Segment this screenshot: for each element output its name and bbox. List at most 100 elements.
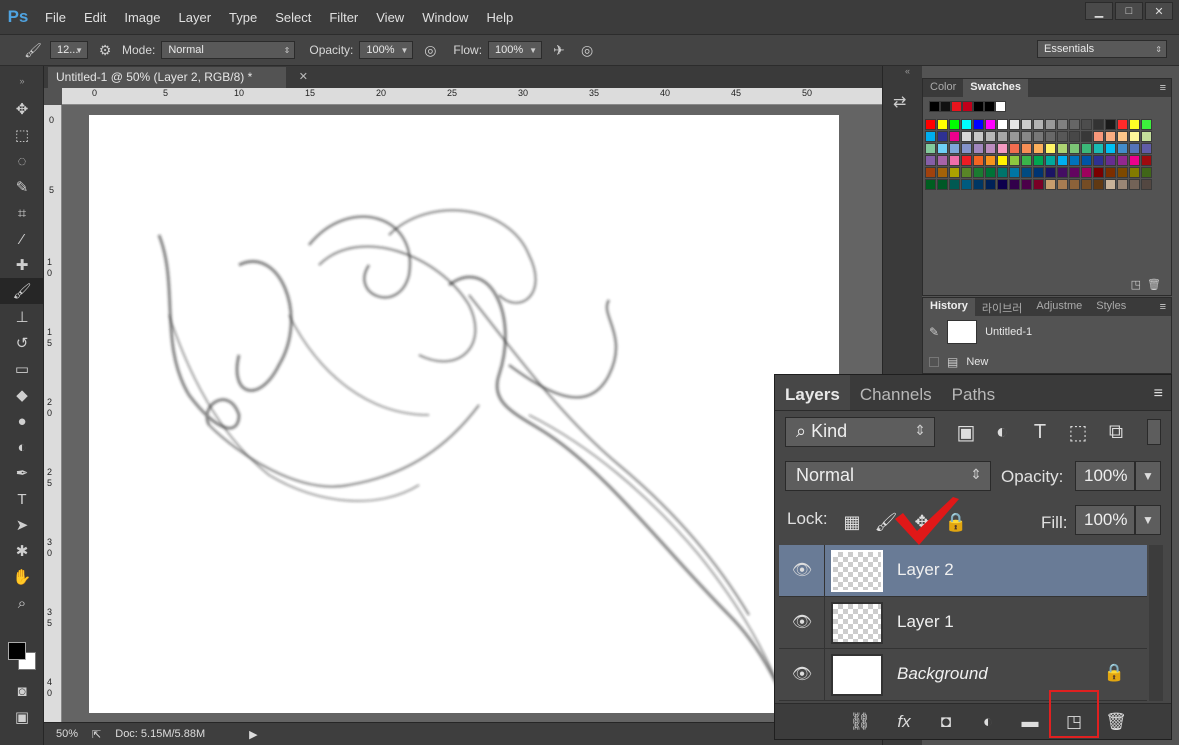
swatch[interactable] xyxy=(985,167,996,178)
tab-adjustments[interactable]: Adjustme xyxy=(1029,298,1089,316)
lasso-tool-icon[interactable]: ◌ xyxy=(0,148,44,174)
swatch[interactable] xyxy=(1141,131,1152,142)
menu-layer[interactable]: Layer xyxy=(170,10,221,25)
tab-history[interactable]: History xyxy=(923,298,975,316)
export-icon[interactable]: ⇱ xyxy=(92,728,101,741)
path-selection-tool-icon[interactable]: ➤ xyxy=(0,512,44,538)
healing-brush-tool-icon[interactable]: ✚ xyxy=(0,252,44,278)
swatch[interactable] xyxy=(949,119,960,130)
swatch[interactable] xyxy=(1093,131,1104,142)
eye-icon[interactable]: 👁 xyxy=(789,663,815,685)
mode-select[interactable]: Normal ⇕ xyxy=(161,41,296,59)
filter-smart-object-icon[interactable]: ⧉ xyxy=(1103,419,1129,445)
airbrush-icon[interactable]: ✈ xyxy=(548,39,570,61)
swatch[interactable] xyxy=(985,143,996,154)
menu-help[interactable]: Help xyxy=(477,10,522,25)
swatch[interactable] xyxy=(1117,131,1128,142)
panel-menu-icon[interactable]: ≡ xyxy=(1160,301,1166,313)
collapse-dock-icon[interactable]: « xyxy=(905,66,910,76)
swatch[interactable] xyxy=(925,179,936,190)
swatch[interactable] xyxy=(1057,155,1068,166)
swatch[interactable] xyxy=(1129,155,1140,166)
brush-tool-icon[interactable]: 🖌 xyxy=(0,278,44,304)
swatch[interactable] xyxy=(1009,119,1020,130)
history-brush-source-icon[interactable]: ✎ xyxy=(929,325,939,339)
tab-swatches[interactable]: Swatches xyxy=(963,79,1029,97)
swatch[interactable] xyxy=(961,119,972,130)
brush-panel-toggle-icon[interactable]: ⚙ xyxy=(94,39,116,61)
zoom-tool-icon[interactable]: ⌕ xyxy=(0,590,44,616)
swatch[interactable] xyxy=(1069,131,1080,142)
panel-menu-icon[interactable]: ≡ xyxy=(1160,82,1166,94)
swatch[interactable] xyxy=(961,179,972,190)
swatch[interactable] xyxy=(1009,155,1020,166)
swatch[interactable] xyxy=(1081,131,1092,142)
swatch[interactable] xyxy=(1021,155,1032,166)
new-swatch-icon[interactable]: ◳ xyxy=(1131,278,1141,291)
blend-mode-select[interactable]: Normal ⇕ xyxy=(785,461,991,491)
swatch[interactable] xyxy=(1045,155,1056,166)
filter-type-icon[interactable]: T xyxy=(1027,419,1053,445)
filter-toggle[interactable] xyxy=(1147,419,1161,445)
layer-row[interactable]: 👁 Layer 2 xyxy=(779,545,1147,597)
swatch[interactable] xyxy=(937,131,948,142)
swatch[interactable] xyxy=(929,101,940,112)
tab-libraries[interactable]: 라이브러 xyxy=(975,298,1029,316)
lock-transparency-icon[interactable]: ▦ xyxy=(839,509,865,535)
swatch[interactable] xyxy=(1141,119,1152,130)
swatch[interactable] xyxy=(1117,167,1128,178)
collapse-tools-icon[interactable]: » xyxy=(0,66,44,96)
foreground-color-swatch[interactable] xyxy=(8,642,26,660)
menu-filter[interactable]: Filter xyxy=(320,10,367,25)
menu-image[interactable]: Image xyxy=(115,10,169,25)
swatch[interactable] xyxy=(1033,167,1044,178)
swatch[interactable] xyxy=(1057,179,1068,190)
swatch[interactable] xyxy=(961,131,972,142)
swatch[interactable] xyxy=(961,167,972,178)
swatch[interactable] xyxy=(1009,167,1020,178)
swatch[interactable] xyxy=(1105,179,1116,190)
filter-shape-icon[interactable]: ⬚ xyxy=(1065,419,1091,445)
panel-menu-icon[interactable]: ≡ xyxy=(1154,385,1163,403)
swatch[interactable] xyxy=(1057,143,1068,154)
swatch[interactable] xyxy=(1069,179,1080,190)
menu-edit[interactable]: Edit xyxy=(75,10,115,25)
brush-preset-icon[interactable]: 🖌 xyxy=(22,39,44,61)
swatch[interactable] xyxy=(1105,143,1116,154)
swatch[interactable] xyxy=(1021,131,1032,142)
swatch[interactable] xyxy=(1105,131,1116,142)
folder-icon[interactable]: ▬ xyxy=(1017,711,1043,733)
swatch[interactable] xyxy=(985,155,996,166)
swatch[interactable] xyxy=(1105,155,1116,166)
swatch[interactable] xyxy=(997,119,1008,130)
swatch[interactable] xyxy=(961,155,972,166)
swatch[interactable] xyxy=(962,101,973,112)
close-window-button[interactable]: ✕ xyxy=(1145,2,1173,20)
history-brush-tool-icon[interactable]: ↺ xyxy=(0,330,44,356)
swatch[interactable] xyxy=(984,101,995,112)
filter-kind-select[interactable]: ⌕ Kind ⇕ xyxy=(785,417,935,447)
swatch[interactable] xyxy=(997,179,1008,190)
swatch[interactable] xyxy=(973,167,984,178)
swatch[interactable] xyxy=(973,119,984,130)
menu-view[interactable]: View xyxy=(367,10,413,25)
quick-mask-icon[interactable]: ◙ xyxy=(0,678,44,704)
zoom-level[interactable]: 50% xyxy=(56,728,78,740)
swatch[interactable] xyxy=(973,131,984,142)
swatch[interactable] xyxy=(985,119,996,130)
swatch[interactable] xyxy=(961,143,972,154)
swatch[interactable] xyxy=(1033,155,1044,166)
pen-tool-icon[interactable]: ✒ xyxy=(0,460,44,486)
tab-paths[interactable]: Paths xyxy=(942,375,1005,410)
swatch[interactable] xyxy=(949,155,960,166)
swatch[interactable] xyxy=(1033,179,1044,190)
trash-icon[interactable]: 🗑 xyxy=(1103,711,1129,733)
swatch[interactable] xyxy=(1021,119,1032,130)
swatch[interactable] xyxy=(1129,179,1140,190)
swatch[interactable] xyxy=(1117,119,1128,130)
swatch[interactable] xyxy=(925,155,936,166)
tab-color[interactable]: Color xyxy=(923,79,963,97)
swatch[interactable] xyxy=(1081,119,1092,130)
history-panel-icon[interactable]: ⇄ xyxy=(893,92,906,112)
swatch[interactable] xyxy=(937,119,948,130)
